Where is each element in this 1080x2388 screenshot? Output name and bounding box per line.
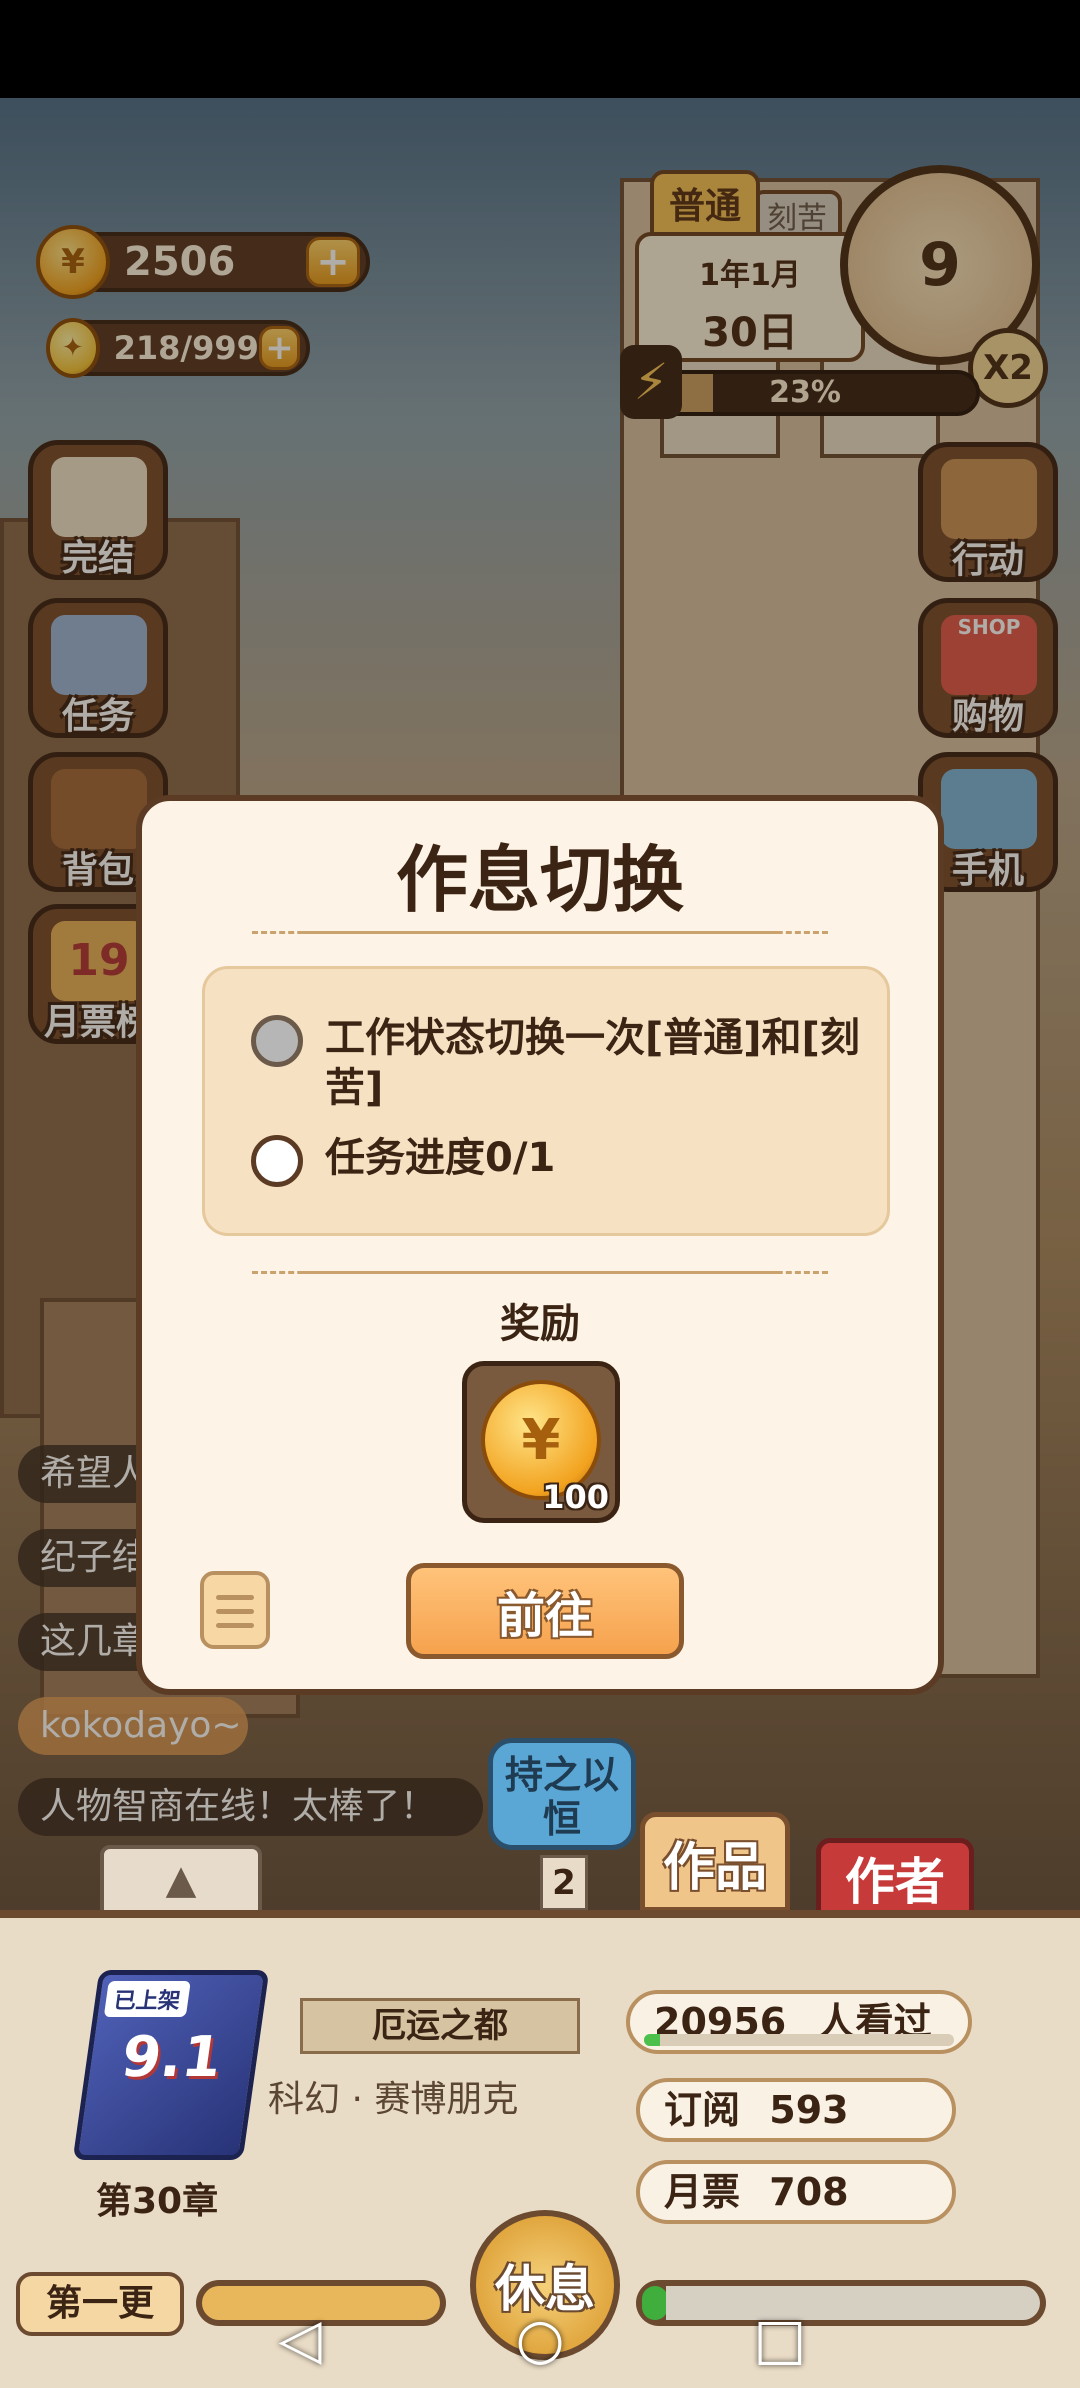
home-icon[interactable]: ○ — [500, 2307, 580, 2372]
persist-badge[interactable]: 持之以恒 — [488, 1738, 636, 1850]
task-list: 工作状态切换一次[普通]和[刻苦] 任务进度0/1 — [202, 966, 890, 1236]
task-status-radio — [251, 1135, 303, 1187]
subscribe-label: 订阅 — [664, 2088, 741, 2132]
system-nav-bar: ◁ ○ □ — [0, 2290, 1080, 2388]
book-status-tag: 已上架 — [103, 1981, 191, 2017]
task-status-radio — [251, 1015, 303, 1067]
book-score: 9.1 — [117, 2025, 226, 2090]
subscribe-stat: 订阅 593 — [636, 2078, 956, 2142]
chapter-label: 第30章 — [96, 2181, 219, 2222]
divider — [252, 931, 828, 935]
task-item: 工作状态切换一次[普通]和[刻苦] — [251, 1013, 865, 1113]
task-text: 任务进度0/1 — [325, 1135, 556, 1181]
monthly-value: 708 — [769, 2170, 849, 2214]
dialog-title: 作息切换 — [395, 838, 684, 922]
schedule-switch-dialog: 作息切换 工作状态切换一次[普通]和[刻苦] 任务进度0/1 奖励 ¥ 100 … — [136, 795, 944, 1695]
book-genre: 科幻 · 赛博朋克 — [268, 2079, 519, 2120]
book-title: 厄运之都 — [300, 1998, 580, 2054]
tab-works[interactable]: 作品 — [640, 1812, 790, 1912]
task-text: 工作状态切换一次[普通]和[刻苦] — [325, 1015, 860, 1111]
reward-label: 奖励 — [500, 1301, 580, 1347]
divider — [252, 1271, 828, 1275]
reward-item: ¥ 100 — [462, 1361, 620, 1523]
go-button[interactable]: 前往 — [406, 1563, 684, 1659]
recent-apps-icon[interactable]: □ — [740, 2307, 820, 2372]
tab-author[interactable]: 作者 — [816, 1838, 974, 1918]
menu-button[interactable] — [200, 1571, 270, 1649]
monthly-ticket-stat: 月票 708 — [636, 2160, 956, 2224]
subscribe-value: 593 — [769, 2088, 849, 2132]
expand-chat-button[interactable]: ▲ — [100, 1845, 262, 1915]
task-item: 任务进度0/1 — [251, 1133, 865, 1187]
reward-count: 100 — [542, 1478, 609, 1516]
status-bar — [0, 0, 1080, 98]
back-icon[interactable]: ◁ — [260, 2307, 340, 2372]
book-cover[interactable]: 已上架 9.1 — [72, 1970, 270, 2160]
monthly-label: 月票 — [664, 2170, 741, 2214]
views-stat: 20956 人看过 — [626, 1990, 972, 2054]
views-progress-fill — [644, 2034, 660, 2046]
views-progress-bar — [644, 2034, 954, 2046]
persist-count: 2 — [540, 1855, 588, 1911]
